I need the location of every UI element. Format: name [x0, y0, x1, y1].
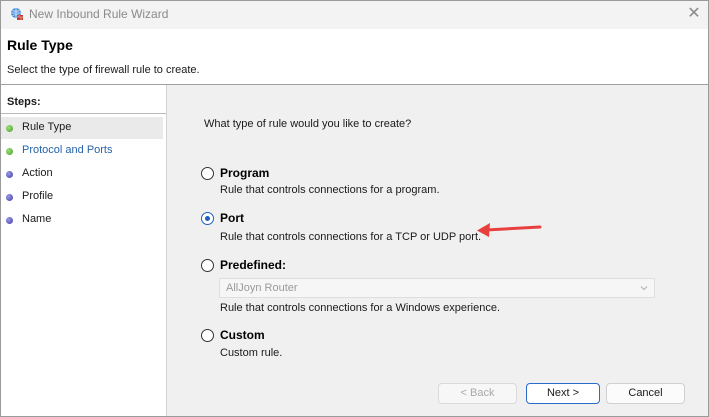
step-label: Rule Type [22, 121, 72, 133]
window-title: New Inbound Rule Wizard [29, 7, 169, 21]
page-title: Rule Type [7, 37, 73, 53]
predefined-description: Rule that controls connections for a Win… [220, 302, 501, 314]
content-pane: What type of rule would you like to crea… [167, 85, 708, 416]
title-bar: New Inbound Rule Wizard ✕ [1, 1, 708, 29]
close-icon: ✕ [687, 5, 701, 22]
annotation-arrow-icon [477, 223, 542, 237]
close-button[interactable]: ✕ [680, 1, 708, 29]
step-label: Protocol and Ports [22, 144, 113, 156]
step-complete-icon [6, 148, 13, 155]
step-name[interactable]: Name [1, 209, 163, 231]
step-pending-icon [6, 194, 13, 201]
step-protocol-and-ports[interactable]: Protocol and Ports [1, 140, 163, 162]
custom-label[interactable]: Custom [220, 328, 265, 342]
port-label[interactable]: Port [220, 211, 244, 225]
program-radio[interactable] [201, 167, 214, 180]
custom-description: Custom rule. [220, 347, 283, 359]
predefined-label[interactable]: Predefined: [220, 258, 286, 272]
steps-pane: Steps: Rule Type Protocol and Ports Acti… [1, 85, 167, 416]
port-radio[interactable] [201, 212, 214, 225]
step-pending-icon [6, 217, 13, 224]
step-action[interactable]: Action [1, 163, 163, 185]
program-description: Rule that controls connections for a pro… [220, 184, 440, 196]
step-rule-type[interactable]: Rule Type [1, 117, 163, 139]
cancel-button[interactable]: Cancel [606, 383, 685, 404]
wizard-window: New Inbound Rule Wizard ✕ Rule Type Sele… [0, 0, 709, 417]
predefined-dropdown[interactable]: AllJoyn Router [219, 278, 655, 298]
step-complete-icon [6, 125, 13, 132]
program-label[interactable]: Program [220, 166, 269, 180]
port-description: Rule that controls connections for a TCP… [220, 231, 482, 243]
step-label: Profile [22, 190, 54, 202]
step-profile[interactable]: Profile [1, 186, 163, 208]
steps-heading: Steps: [1, 93, 166, 114]
step-label: Name [22, 213, 52, 225]
steps-heading-label: Steps: [7, 96, 41, 108]
back-button[interactable]: < Back [438, 383, 517, 404]
step-label: Action [22, 167, 53, 179]
page-description: Select the type of firewall rule to crea… [7, 64, 200, 76]
predefined-dropdown-value: AllJoyn Router [226, 282, 298, 294]
chevron-down-icon [640, 286, 648, 291]
step-pending-icon [6, 171, 13, 178]
wizard-header: Rule Type Select the type of firewall ru… [1, 29, 708, 85]
firewall-globe-icon [11, 8, 23, 20]
next-button[interactable]: Next > [526, 383, 600, 404]
rule-type-question: What type of rule would you like to crea… [204, 118, 412, 130]
custom-radio[interactable] [201, 329, 214, 342]
predefined-radio[interactable] [201, 259, 214, 272]
